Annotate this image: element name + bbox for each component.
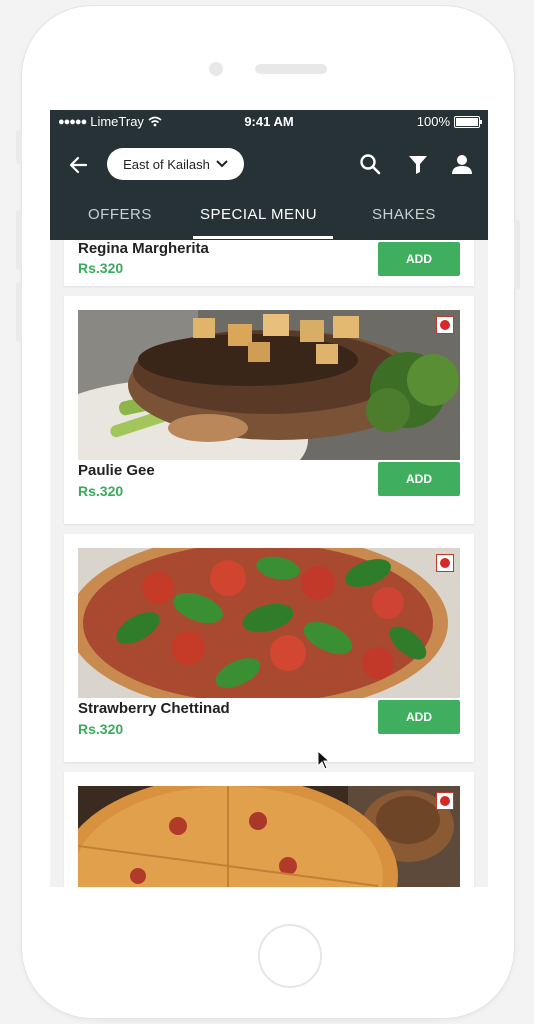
item-name: Regina Margherita	[78, 240, 209, 257]
add-button[interactable]: ADD	[378, 700, 460, 734]
food-image	[78, 786, 460, 887]
speaker-grille	[255, 64, 327, 74]
menu-card: Paulie Gee Rs.320 ADD	[64, 296, 474, 524]
battery-percent: 100%	[416, 114, 450, 129]
add-button[interactable]: ADD	[378, 242, 460, 276]
status-bar: ●●●●● LimeTray 9:41 AM 100%	[50, 110, 488, 132]
mouse-cursor-icon	[317, 750, 331, 770]
add-button[interactable]: ADD	[378, 462, 460, 496]
nav-row: East of Kailash	[50, 146, 488, 182]
location-selector[interactable]: East of Kailash	[107, 148, 244, 180]
home-button[interactable]	[258, 924, 322, 988]
power-button	[514, 220, 520, 290]
food-image	[78, 310, 460, 460]
volume-up-button	[16, 210, 22, 270]
menu-card	[64, 772, 474, 887]
tab-offers[interactable]: OFFERS	[88, 206, 152, 223]
item-name: Paulie Gee	[78, 462, 155, 479]
tab-bar: OFFERS SPECIAL MENU SHAKES	[50, 198, 488, 240]
item-name: Strawberry Chettinad	[78, 700, 230, 717]
tab-shakes[interactable]: SHAKES	[372, 206, 436, 223]
filter-icon[interactable]	[406, 152, 430, 176]
item-price: Rs.320	[78, 260, 124, 276]
tab-special-menu[interactable]: SPECIAL MENU	[200, 206, 317, 223]
item-price: Rs.320	[78, 721, 124, 737]
food-image	[78, 548, 460, 698]
veg-indicator-icon	[436, 792, 454, 810]
menu-card: Strawberry Chettinad Rs.320 ADD	[64, 534, 474, 762]
item-price: Rs.320	[78, 483, 124, 499]
volume-down-button	[16, 282, 22, 342]
battery-info: 100%	[416, 114, 482, 129]
app-screen: Regina Margherita Rs.320 ADD Paulie Gee …	[50, 110, 488, 887]
app-header: ●●●●● LimeTray 9:41 AM 100% East of Kail…	[50, 110, 488, 240]
veg-indicator-icon	[436, 554, 454, 572]
mute-switch	[16, 130, 22, 164]
search-icon[interactable]	[358, 152, 382, 176]
back-arrow-icon[interactable]	[66, 152, 92, 178]
location-label: East of Kailash	[123, 156, 210, 172]
active-tab-indicator	[193, 236, 333, 239]
chevron-down-icon	[216, 160, 228, 168]
user-icon[interactable]	[450, 152, 474, 176]
battery-icon	[454, 115, 482, 128]
camera-dot	[209, 62, 223, 76]
veg-indicator-icon	[436, 316, 454, 334]
